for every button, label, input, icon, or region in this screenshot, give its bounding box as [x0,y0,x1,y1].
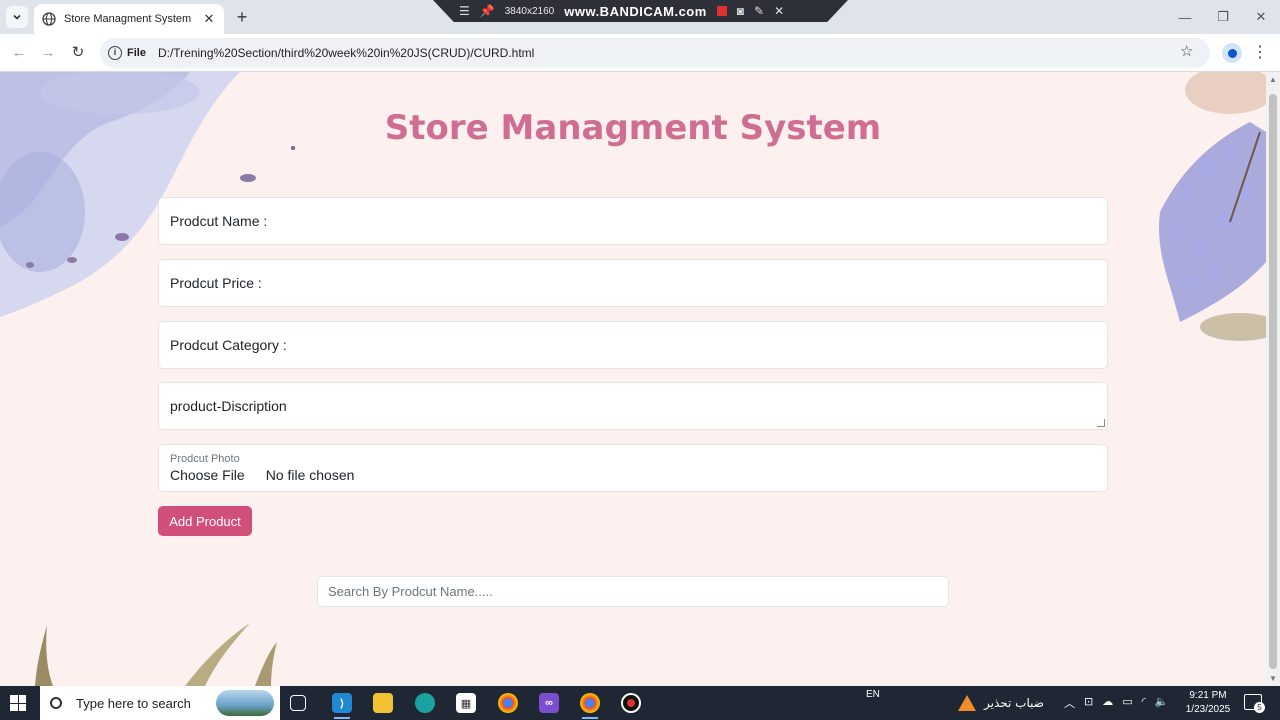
taskbar-search-box[interactable]: Type here to search [40,686,280,720]
system-tray: ︿ ⊡ ☁ ▭ ◜ 🔈 [1064,695,1169,711]
tab-title: Store Managment System [64,13,192,25]
edge-icon[interactable] [415,693,435,713]
meet-icon[interactable]: ⊡ [1084,695,1093,711]
store-icon[interactable]: ▦ [456,693,476,713]
camera-icon[interactable]: ◙ [737,4,744,18]
page-scrollbar[interactable]: ▲ ▼ [1266,72,1280,686]
page-viewport: Store Managment System Prodcut Name : Pr… [0,72,1266,686]
weather-widget[interactable]: ضباب تحذير [958,695,1044,711]
window-controls: — ❐ ✕ [1166,0,1280,34]
onedrive-icon[interactable]: ☁ [1102,695,1113,711]
product-price-placeholder: Prodcut Price : [170,275,262,291]
wifi-icon[interactable]: ◜ [1142,695,1146,711]
vscode-icon[interactable]: ⟩ [332,693,352,713]
product-photo-input: Prodcut Photo Choose File No file chosen [158,444,1108,492]
chevron-up-icon[interactable]: ︿ [1064,695,1075,711]
search-input[interactable]: Search By Prodcut Name..... [317,576,949,607]
choose-file-button[interactable]: Choose File [170,467,245,483]
stop-record-icon[interactable] [716,6,727,16]
new-tab-button[interactable]: + [232,7,252,27]
pin-icon[interactable]: 📌 [480,4,495,18]
product-price-input[interactable]: Prodcut Price : [158,259,1108,307]
profile-avatar[interactable] [1222,43,1242,63]
notification-count-badge: 5 [1254,702,1265,713]
info-icon[interactable]: i [108,46,122,60]
pencil-icon[interactable]: ✎ [754,4,764,18]
taskbar-clock[interactable]: 9:21 PM 1/23/2025 [1180,689,1236,717]
browser-toolbar: ← → ↻ i File D:/Trening%20Section/third%… [0,34,1280,72]
search-icon [50,697,62,709]
recording-resolution: 3840x2160 [504,5,555,17]
product-description-textarea[interactable]: product-Discription [158,382,1108,430]
task-view-icon[interactable] [290,695,306,711]
scrollbar-thumb[interactable] [1269,94,1277,669]
restore-button[interactable]: ❐ [1204,0,1242,34]
scroll-up-icon[interactable]: ▲ [1269,75,1277,84]
clock-time: 9:21 PM [1189,690,1227,701]
globe-icon [42,12,56,26]
browser-tab-strip: Store Managment System ✕ + ☰ 📌 3840x2160… [0,0,1280,34]
chevron-down-icon [13,14,21,20]
forward-arrow-icon[interactable]: → [38,43,58,63]
close-tab-icon[interactable]: ✕ [202,11,216,27]
product-description-placeholder: product-Discription [170,398,287,414]
clock-date: 1/23/2025 [1185,704,1231,715]
product-category-input[interactable]: Prodcut Category : [158,321,1108,369]
search-highlight-image[interactable] [216,690,274,716]
file-explorer-icon[interactable] [373,693,393,713]
close-window-button[interactable]: ✕ [1242,0,1280,34]
product-category-placeholder: Prodcut Category : [170,337,287,353]
notification-center-icon[interactable]: 5 [1244,694,1265,713]
bandicam-recording-bar: ☰ 📌 3840x2160 www.BANDICAM.com ◙ ✎ ✕ [433,0,848,22]
visual-studio-icon[interactable]: ∞ [539,693,559,713]
menu-icon[interactable]: ☰ [459,4,470,18]
battery-icon[interactable]: ▭ [1122,695,1132,711]
chrome-icon-active[interactable] [580,693,600,713]
windows-start-icon[interactable] [10,695,26,711]
volume-icon[interactable]: 🔈 [1155,695,1169,711]
weather-text: ضباب تحذير [984,696,1044,710]
chrome-icon[interactable] [498,693,518,713]
product-name-placeholder: Prodcut Name : [170,213,268,229]
grass-decoration-bottom [35,623,277,686]
scroll-down-icon[interactable]: ▼ [1269,674,1277,683]
product-name-input[interactable]: Prodcut Name : [158,197,1108,245]
product-photo-label: Prodcut Photo [170,453,240,465]
url-scheme-label: File [127,47,146,59]
address-bar[interactable]: i File D:/Trening%20Section/third%20week… [100,38,1210,68]
minimize-button[interactable]: — [1166,0,1204,34]
taskbar-search-text: Type here to search [76,695,191,711]
back-arrow-icon[interactable]: ← [9,43,29,63]
url-text[interactable]: D:/Trening%20Section/third%20week%20in%2… [158,46,534,60]
bandicam-icon[interactable] [621,693,641,713]
page-title: Store Managment System [384,108,882,148]
reload-icon[interactable]: ↻ [68,43,88,63]
language-indicator[interactable]: EN [866,689,880,700]
warning-icon [958,695,976,711]
tab-search-button[interactable] [6,6,28,28]
browser-tab[interactable]: Store Managment System ✕ [34,4,224,34]
windows-taskbar: Type here to search ⟩ ▦ ∞ EN ضباب تحذير … [0,686,1280,720]
resize-handle-icon[interactable] [1097,419,1105,427]
close-icon[interactable]: ✕ [774,4,784,18]
add-product-button[interactable]: Add Product [158,506,252,536]
more-menu-icon[interactable]: ⋮ [1252,42,1268,62]
bandicam-logo: www.BANDICAM.com [564,3,707,19]
person-icon [1227,48,1237,58]
bookmark-star-icon[interactable]: ☆ [1180,42,1193,60]
file-status-text: No file chosen [265,467,355,483]
active-app-indicator [334,717,350,719]
active-app-indicator [582,717,598,719]
